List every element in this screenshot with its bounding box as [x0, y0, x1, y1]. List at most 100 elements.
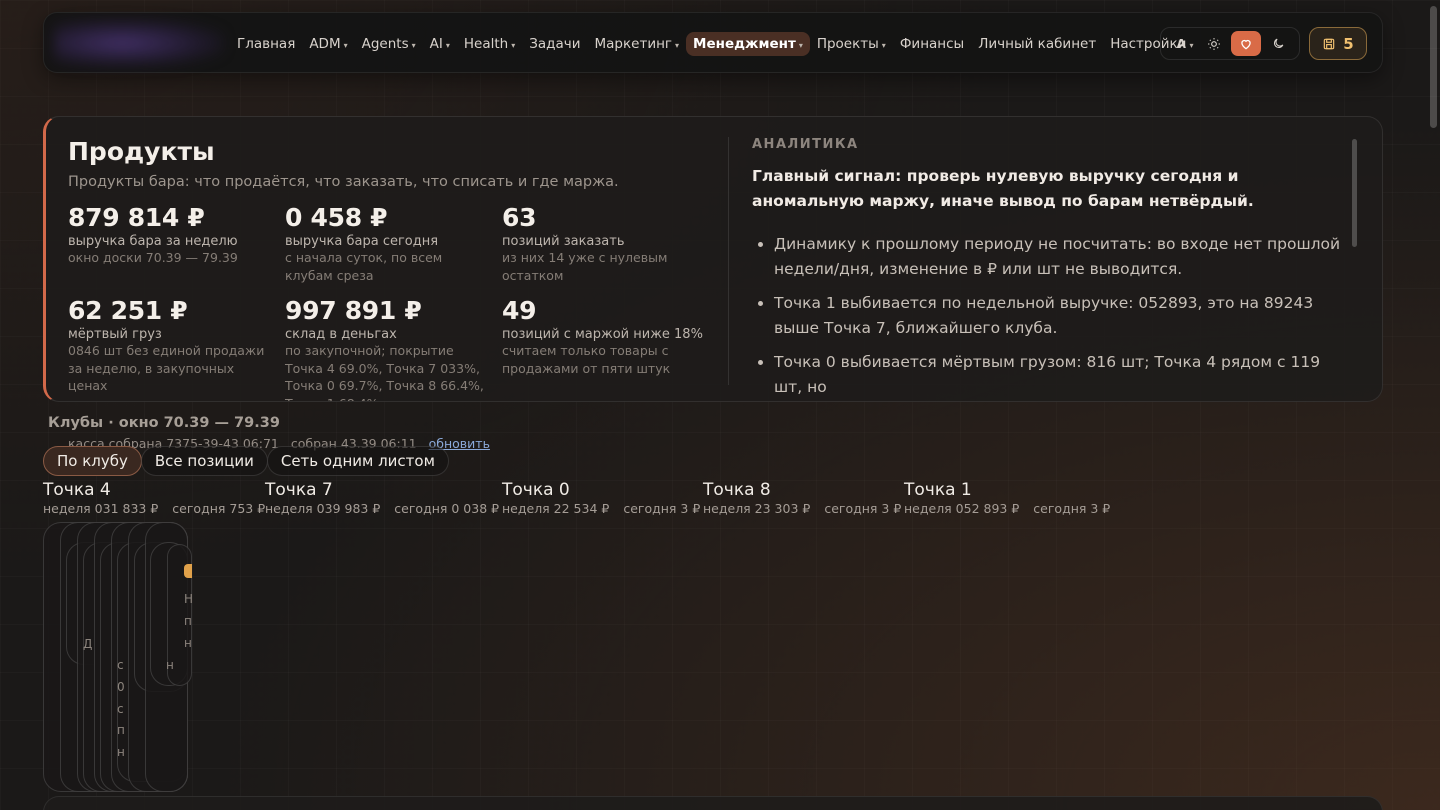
- club-tochka-4[interactable]: Точка 4 неделя 031 833 ₽ сегодня 753 ₽: [43, 480, 265, 516]
- club-stats: неделя 039 983 ₽ сегодня 0 038 ₽: [265, 501, 499, 516]
- nav-item-label: Главная: [237, 35, 296, 52]
- card-text-fragment: н: [184, 636, 192, 650]
- saved-items-button[interactable]: 5: [1309, 27, 1367, 60]
- nav-item-7[interactable]: Менеджмент ▾: [686, 31, 810, 56]
- analytics-main-signal: Главный сигнал: проверь нулевую выручку …: [752, 167, 1254, 210]
- main-menu: Главная ADM ▾ Agents ▾ AI ▾ Health ▾ Задачи Маркет…: [230, 13, 1200, 74]
- view-tabs: По клубу Все позиции Сеть одним листом: [43, 446, 449, 476]
- chevron-down-icon: ▾: [511, 40, 516, 50]
- metric-stock-value: 997 891 ₽ склад в деньгах по закупочной;…: [285, 296, 495, 401]
- club-stats: неделя 052 893 ₽ сегодня 3 ₽: [904, 501, 1110, 516]
- page-subtitle: Продукты бара: что продаётся, что заказа…: [68, 174, 619, 190]
- card-text-fragment: с: [117, 702, 124, 716]
- metric-value: 63: [502, 203, 537, 232]
- nav-item-3[interactable]: AI ▾: [423, 32, 457, 56]
- nav-item-label: Задачи: [529, 35, 581, 52]
- club-today-revenue: сегодня 0 038 ₽: [394, 501, 500, 516]
- club-stats: неделя 22 534 ₽ сегодня 3 ₽: [502, 501, 700, 516]
- club-tochka-7[interactable]: Точка 7 неделя 039 983 ₽ сегодня 0 038 ₽: [265, 480, 499, 516]
- theme-light-button[interactable]: [1199, 31, 1229, 56]
- nav-item-8[interactable]: Проекты ▾: [810, 32, 893, 56]
- metric-note: окно доски 70.39 — 79.39: [68, 250, 238, 265]
- metric-note: по закупочной; покрытие Точка 4 69.0%, Т…: [285, 343, 484, 401]
- club-week-revenue: неделя 22 534 ₽: [502, 501, 610, 516]
- club-week-revenue: неделя 039 983 ₽: [265, 501, 381, 516]
- metric-label: склад в деньгах: [285, 327, 397, 342]
- metric-to-order: 63 позиций заказать из них 14 уже с нуле…: [502, 203, 712, 284]
- nav-item-4[interactable]: Health ▾: [457, 32, 522, 56]
- theme-warm-button[interactable]: [1231, 31, 1262, 56]
- card-text-fragment: н: [117, 745, 125, 759]
- theme-switcher: A: [1160, 27, 1300, 60]
- nav-item-label: Agents: [361, 35, 409, 52]
- theme-dark-button[interactable]: [1264, 31, 1294, 56]
- metric-note: считаем только товары с продажами от пят…: [502, 343, 671, 376]
- tab-all-items[interactable]: Все позиции: [140, 446, 268, 476]
- metric-week-revenue: 879 814 ₽ выручка бара за неделю окно до…: [68, 203, 278, 267]
- saved-count: 5: [1343, 34, 1354, 53]
- metric-value: 62 251 ₽: [68, 296, 188, 325]
- page-title: Продукты: [68, 137, 215, 166]
- chevron-down-icon: ▾: [675, 40, 680, 50]
- logo[interactable]: [54, 19, 224, 67]
- products-card: Продукты Продукты бара: что продаётся, ч…: [43, 116, 1383, 402]
- nav-item-0[interactable]: Главная: [230, 32, 302, 56]
- card-text-fragment: с: [117, 658, 124, 672]
- card-divider: [728, 137, 729, 385]
- club-tochka-8[interactable]: Точка 8 неделя 23 303 ₽ сегодня 3 ₽: [703, 480, 901, 516]
- metric-value: 879 814 ₽: [68, 203, 205, 232]
- analytics-item: Динамику к прошлому периоду не посчитать…: [774, 232, 1352, 282]
- chevron-down-icon: ▾: [881, 40, 886, 50]
- metric-today-revenue: 0 458 ₽ выручка бара сегодня с начала су…: [285, 203, 495, 284]
- nav-item-6[interactable]: Маркетинг ▾: [588, 32, 687, 56]
- card-text-fragment: 0: [117, 680, 125, 694]
- nav-item-label: Проекты: [816, 35, 879, 52]
- clubs-section-title: Клубы · окно 70.39 — 79.39: [48, 415, 280, 431]
- analytics-heading: АНАЛИТИКА: [752, 137, 859, 152]
- analytics-panel: АНАЛИТИКА Главный сигнал: проверь нулеву…: [752, 137, 1352, 401]
- metric-label: выручка бара сегодня: [285, 234, 439, 249]
- nav-item-9[interactable]: Финансы: [893, 32, 971, 56]
- chevron-down-icon: ▾: [411, 40, 416, 50]
- metric-label: позиций с маржой ниже 18%: [502, 327, 703, 342]
- metric-label: мёртвый груз: [68, 327, 162, 342]
- top-navigation: Главная ADM ▾ Agents ▾ AI ▾ Health ▾ Задачи Маркет…: [43, 12, 1383, 73]
- card-text-fragment: Н: [184, 592, 194, 606]
- nav-item-label: Маркетинг: [594, 35, 673, 52]
- club-stats: неделя 031 833 ₽ сегодня 753 ₽: [43, 501, 265, 516]
- nav-item-label: Личный кабинет: [978, 35, 1097, 52]
- tab-by-club[interactable]: По клубу: [43, 446, 142, 476]
- chevron-down-icon: ▾: [445, 40, 450, 50]
- club-tochka-0[interactable]: Точка 0 неделя 22 534 ₽ сегодня 3 ₽: [502, 480, 700, 516]
- club-name: Точка 0: [502, 480, 570, 500]
- club-name: Точка 7: [265, 480, 333, 500]
- club-name: Точка 8: [703, 480, 771, 500]
- tab-network-sheet[interactable]: Сеть одним листом: [266, 446, 449, 476]
- club-today-revenue: сегодня 3 ₽: [824, 501, 902, 516]
- nav-item-label: Менеджмент: [693, 35, 796, 52]
- nav-item-1[interactable]: ADM ▾: [302, 32, 354, 56]
- nav-item-10[interactable]: Личный кабинет: [971, 32, 1103, 56]
- club-week-revenue: неделя 23 303 ₽: [703, 501, 811, 516]
- analytics-item: Точка 0 выбивается мёртвым грузом: 816 ш…: [774, 350, 1352, 400]
- metric-note: с начала суток, по всем клубам среза: [285, 250, 443, 283]
- club-tochka-1[interactable]: Точка 1 неделя 052 893 ₽ сегодня 3 ₽: [904, 480, 1110, 516]
- card-text-fragment: п: [117, 723, 125, 737]
- next-section-card: [43, 796, 1383, 810]
- floppy-disk-icon: [1324, 38, 1335, 49]
- analytics-item: Точка 1 выбивается по недельной выручке:…: [774, 291, 1352, 341]
- metric-label: позиций заказать: [502, 234, 625, 249]
- sun-icon: [1207, 37, 1220, 50]
- nav-item-5[interactable]: Задачи: [522, 32, 587, 56]
- status-dot-icon: [184, 564, 192, 578]
- nav-item-label: ADM: [309, 35, 341, 52]
- chevron-down-icon: ▾: [798, 40, 803, 50]
- club-stats: неделя 23 303 ₽ сегодня 3 ₽: [703, 501, 901, 516]
- card-text-fragment: н: [166, 658, 174, 672]
- analytics-scrollbar[interactable]: [1352, 139, 1357, 247]
- club-today-revenue: сегодня 3 ₽: [1033, 501, 1111, 516]
- nav-item-label: Финансы: [899, 35, 965, 52]
- nav-item-2[interactable]: Agents ▾: [355, 32, 423, 56]
- page-scrollbar[interactable]: [1430, 6, 1437, 128]
- theme-auto-button[interactable]: A: [1166, 31, 1196, 56]
